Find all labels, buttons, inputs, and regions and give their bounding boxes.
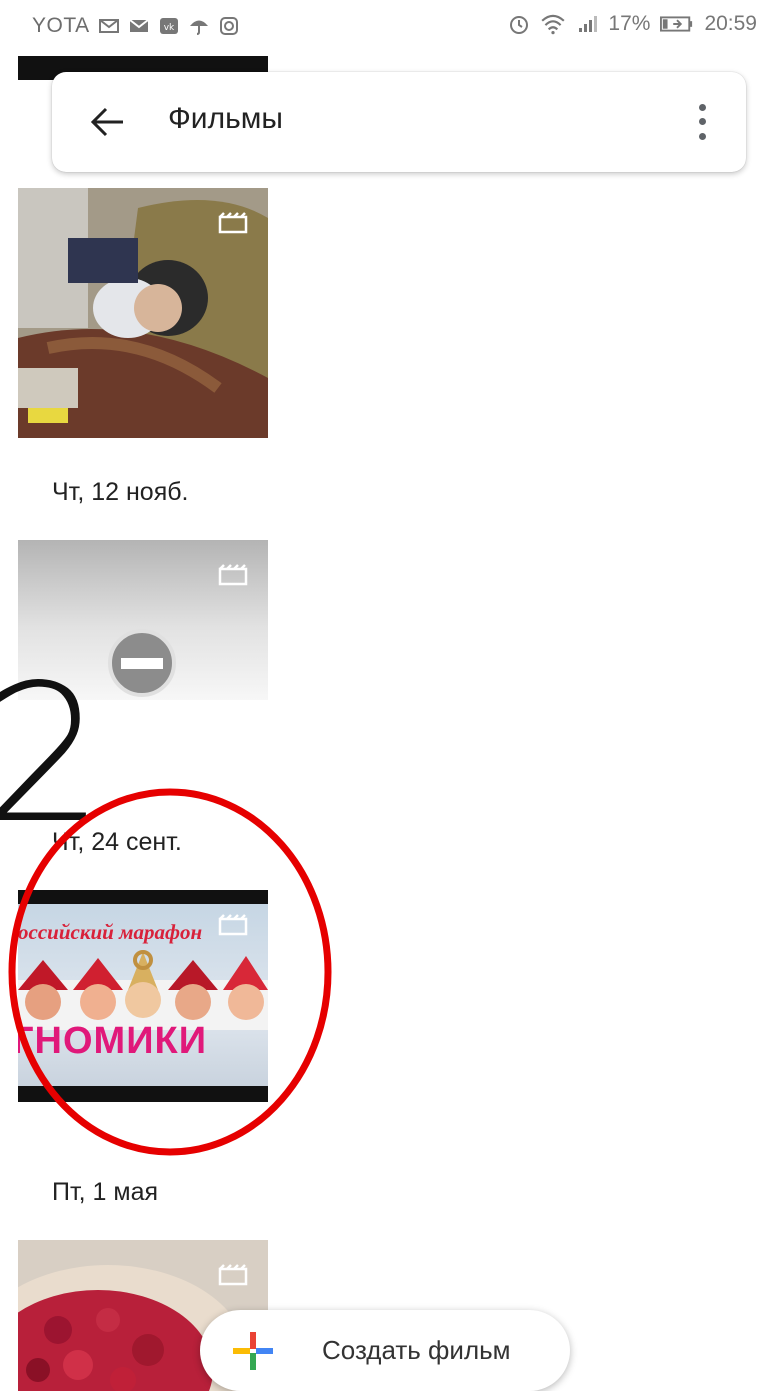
annotation-number: 2 bbox=[0, 644, 105, 865]
status-right: 17% 20:59 bbox=[508, 12, 757, 36]
clock: 20:59 bbox=[704, 12, 757, 35]
movie-badge-icon bbox=[218, 212, 248, 234]
gnomes-illustration bbox=[18, 950, 268, 1030]
movie-badge-icon bbox=[218, 914, 248, 936]
plus-icon bbox=[233, 1332, 273, 1370]
alarm-icon bbox=[510, 16, 529, 34]
battery-percent: 17% bbox=[608, 12, 651, 35]
movie-thumbnail[interactable] bbox=[18, 188, 268, 438]
status-left: YOTA vk bbox=[32, 14, 240, 38]
umbrella-icon bbox=[189, 20, 208, 35]
battery-charging-icon bbox=[660, 16, 693, 32]
movie-date: Чт, 12 нояб. bbox=[52, 478, 189, 506]
thumbnail-caption-main: ГНОМИКИ bbox=[18, 1020, 208, 1062]
carrier-label: YOTA bbox=[32, 14, 90, 37]
svg-text:vk: vk bbox=[163, 23, 174, 33]
more-options-button[interactable] bbox=[692, 100, 712, 144]
status-bar: YOTA vk 17% 20:59 bbox=[0, 0, 769, 56]
create-movie-button[interactable]: Создать фильм bbox=[200, 1310, 570, 1391]
mail-icon bbox=[129, 19, 149, 32]
instagram-icon bbox=[219, 17, 238, 35]
arrow-back-icon bbox=[91, 107, 123, 137]
signal-icon bbox=[579, 16, 598, 32]
app-bar: Фильмы bbox=[52, 72, 746, 172]
vk-icon: vk bbox=[159, 18, 178, 34]
wifi-icon bbox=[541, 14, 565, 35]
dot bbox=[698, 118, 706, 126]
mail-outline-icon bbox=[98, 19, 119, 33]
dot bbox=[698, 133, 706, 141]
movie-badge-icon bbox=[218, 1264, 248, 1286]
page-title: Фильмы bbox=[168, 102, 283, 135]
screen: YOTA vk 17% 20:59 Фильмы Чт, 12 нояб. Чт… bbox=[0, 0, 769, 1391]
create-movie-label: Создать фильм bbox=[322, 1335, 511, 1365]
movie-thumbnail[interactable]: оссийский марафон ГНОМИКИ bbox=[18, 890, 268, 1102]
back-button[interactable] bbox=[88, 102, 128, 142]
movie-badge-icon bbox=[218, 564, 248, 586]
movie-date: Пт, 1 мая bbox=[52, 1178, 159, 1206]
unavailable-icon bbox=[108, 629, 176, 697]
dot bbox=[698, 103, 706, 111]
